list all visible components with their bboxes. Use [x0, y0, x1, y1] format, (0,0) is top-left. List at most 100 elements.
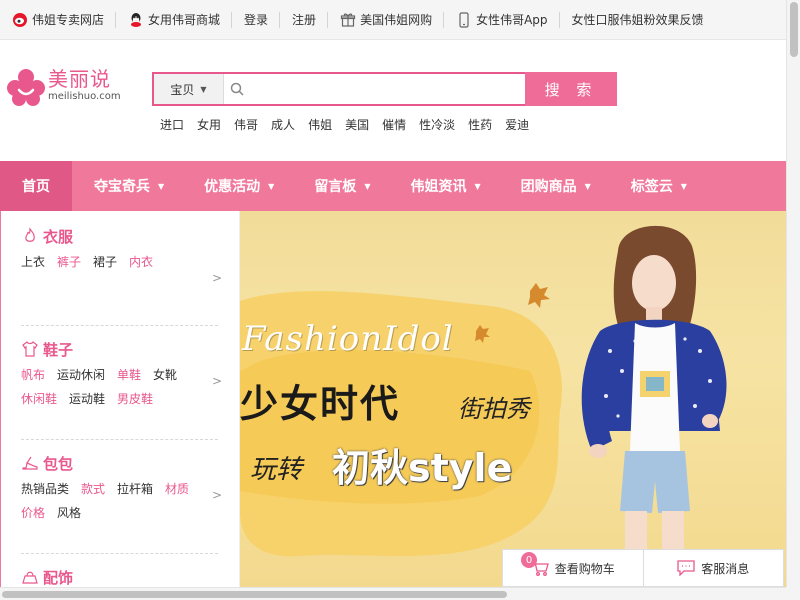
- nav-item-treasure[interactable]: 夺宝奇兵 ▼: [94, 161, 164, 211]
- search-input[interactable]: [250, 75, 525, 103]
- category-link[interactable]: 裙子: [93, 253, 117, 270]
- nav-label: 留言板: [314, 179, 357, 195]
- tshirt-icon: [21, 340, 39, 358]
- category-link[interactable]: 价格: [21, 504, 45, 521]
- nav-label: 优惠活动: [204, 179, 261, 195]
- view-cart-label: 查看购物车: [554, 561, 615, 576]
- topbar-label: 女用伟哥商城: [148, 13, 221, 27]
- logo-domain: meilishuo.com: [48, 91, 121, 102]
- hotword-link[interactable]: 女用: [197, 116, 221, 133]
- category-links-row: 价格 风格: [21, 500, 218, 524]
- category-shoes: 鞋子 帆布 运动休闲 单鞋 女靴 休闲鞋 运动鞋 男皮鞋 >: [21, 336, 222, 410]
- hero-banner[interactable]: FashionIdol 少女时代 街拍秀 玩转 初秋style: [240, 211, 786, 587]
- vertical-scrollbar[interactable]: [786, 0, 800, 587]
- nav-label: 夺宝奇兵: [94, 179, 150, 195]
- hotword-link[interactable]: 美国: [345, 116, 369, 133]
- chevron-down-icon: ▼: [584, 181, 591, 191]
- banner-subtitle-prefix: 玩转: [250, 455, 303, 485]
- topbar-link-app[interactable]: 女性伟哥App: [444, 0, 560, 40]
- main-nav: 首页 夺宝奇兵 ▼ 优惠活动 ▼ 留言板 ▼ 伟姐资讯 ▼ 团购商品 ▼ 标签云 ▼: [0, 161, 786, 211]
- search-icon: [224, 82, 250, 96]
- banner-title-fashion: FashionIdol: [242, 319, 454, 359]
- category-link[interactable]: 裤子: [57, 253, 81, 270]
- hotword-link[interactable]: 性药: [468, 116, 492, 133]
- category-link[interactable]: 运动休闲: [57, 366, 105, 383]
- hotword-link[interactable]: 爱迪: [505, 116, 529, 133]
- topbar-label: 注册: [292, 13, 317, 27]
- category-link[interactable]: 内衣: [129, 253, 153, 270]
- topbar-link-mall[interactable]: 女用伟哥商城: [116, 0, 233, 40]
- heel-icon: [21, 454, 39, 472]
- category-link[interactable]: 休闲鞋: [21, 390, 57, 407]
- nav-item-guestbook[interactable]: 留言板 ▼: [314, 161, 370, 211]
- chevron-right-icon[interactable]: >: [212, 488, 222, 502]
- category-name: 鞋子: [43, 340, 74, 359]
- login-link[interactable]: 登录: [232, 0, 281, 40]
- category-links-row: 帆布 运动休闲 单鞋 女靴: [21, 362, 218, 386]
- category-divider: [21, 553, 218, 554]
- nav-label: 标签云: [630, 179, 673, 195]
- scrollbar-corner: [786, 587, 800, 600]
- category-divider: [21, 325, 218, 326]
- hot-search-words: 进口 女用 伟哥 成人 伟姐 美国 催情 性冷淡 性药 爱迪: [160, 116, 542, 133]
- chevron-right-icon[interactable]: >: [212, 271, 222, 285]
- topbar-link-us-shop[interactable]: 美国伟姐网购: [328, 0, 445, 40]
- hotword-link[interactable]: 进口: [160, 116, 184, 133]
- topbar-link-store[interactable]: 伟姐专卖网店: [0, 0, 117, 40]
- category-link[interactable]: 材质: [165, 480, 189, 497]
- vertical-scroll-thumb[interactable]: [790, 2, 798, 57]
- nav-item-promotions[interactable]: 优惠活动 ▼: [204, 161, 274, 211]
- view-cart-button[interactable]: 0 查看购物车: [503, 550, 643, 586]
- gift-icon: [340, 12, 356, 28]
- nav-item-news[interactable]: 伟姐资讯 ▼: [410, 161, 480, 211]
- category-links-row: 休闲鞋 运动鞋 男皮鞋: [21, 386, 218, 410]
- horizontal-scrollbar[interactable]: [0, 587, 786, 600]
- category-links-row: 热销品类 款式 拉杆箱 材质: [21, 476, 218, 500]
- category-link[interactable]: 女靴: [153, 366, 177, 383]
- category-link[interactable]: 单鞋: [117, 366, 141, 383]
- flame-icon: [21, 227, 39, 245]
- top-bar: 伟姐专卖网店 女用伟哥商城 登录 注册 美国伟姐网购 女性伟哥App 女性口服伟…: [0, 0, 786, 40]
- category-link[interactable]: 男皮鞋: [117, 390, 153, 407]
- horizontal-scroll-thumb[interactable]: [2, 591, 507, 598]
- category-link[interactable]: 拉杆箱: [117, 480, 153, 497]
- customer-service-button[interactable]: 客服消息: [642, 550, 784, 586]
- chevron-down-icon: ▼: [680, 181, 687, 191]
- hotword-link[interactable]: 催情: [382, 116, 406, 133]
- chevron-down-icon: ▼: [268, 181, 275, 191]
- category-title[interactable]: 配饰: [21, 564, 218, 587]
- hotword-link[interactable]: 伟姐: [308, 116, 332, 133]
- topbar-label: 女性口服伟姐粉效果反馈: [571, 13, 704, 27]
- hotword-link[interactable]: 伟哥: [234, 116, 258, 133]
- category-title[interactable]: 包包: [21, 450, 218, 476]
- category-link[interactable]: 风格: [57, 504, 81, 521]
- category-title[interactable]: 衣服: [21, 223, 218, 249]
- category-link[interactable]: 热销品类: [21, 480, 69, 497]
- search-category-label: 宝贝: [170, 82, 195, 97]
- chevron-down-icon: ▼: [364, 181, 371, 191]
- search-button[interactable]: 搜 索: [525, 72, 617, 106]
- site-logo[interactable]: 美丽说 meilishuo.com: [6, 68, 121, 108]
- topbar-label: 女性伟哥App: [476, 13, 548, 27]
- nav-item-group-buy[interactable]: 团购商品 ▼: [521, 161, 591, 211]
- register-link[interactable]: 注册: [280, 0, 329, 40]
- nav-label: 首页: [22, 179, 50, 195]
- banner-title-street: 街拍秀: [458, 395, 530, 423]
- category-link[interactable]: 款式: [81, 480, 105, 497]
- header: 美丽说 meilishuo.com 宝贝 ▼ 搜 索 进口 女用 伟哥 成人 伟…: [0, 40, 786, 161]
- category-link[interactable]: 帆布: [21, 366, 45, 383]
- hotword-link[interactable]: 性冷淡: [419, 116, 455, 133]
- category-link[interactable]: 运动鞋: [69, 390, 105, 407]
- category-links-row: 上衣 裤子 裙子 内衣: [21, 249, 218, 273]
- nav-item-tag-cloud[interactable]: 标签云 ▼: [631, 161, 687, 211]
- nav-item-home[interactable]: 首页: [0, 161, 72, 211]
- category-link[interactable]: 上衣: [21, 253, 45, 270]
- floating-service-bar: 0 查看购物车 客服消息: [502, 549, 784, 587]
- search-category-select[interactable]: 宝贝 ▼: [154, 74, 224, 104]
- chevron-right-icon[interactable]: >: [212, 374, 222, 388]
- topbar-link-feedback[interactable]: 女性口服伟姐粉效果反馈: [560, 0, 716, 40]
- chat-icon: [677, 560, 695, 576]
- category-name: 包包: [43, 454, 74, 473]
- category-title[interactable]: 鞋子: [21, 336, 218, 362]
- hotword-link[interactable]: 成人: [271, 116, 295, 133]
